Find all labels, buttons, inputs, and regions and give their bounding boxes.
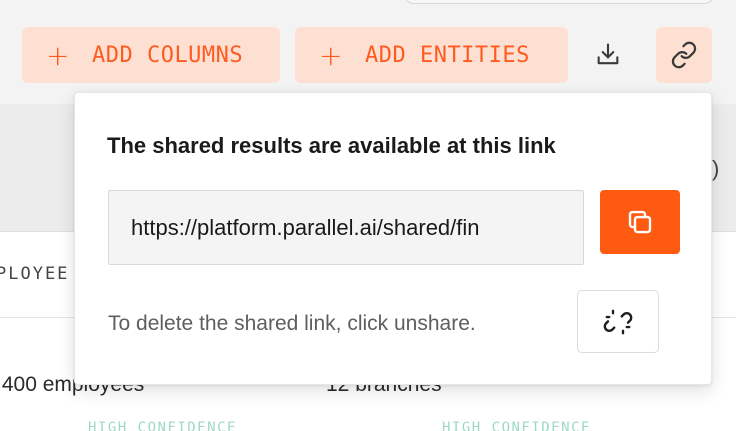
column-header-employees: PLOYEE [0,264,70,284]
confidence-badge: HIGH CONFIDENCE [88,420,237,431]
add-entities-label: ADD ENTITIES [364,42,530,68]
confidence-badge: HIGH CONFIDENCE [442,420,591,431]
header-fragment: ) [712,156,720,181]
unlink-icon [603,309,633,334]
add-columns-button[interactable]: + ADD COLUMNS [22,27,280,83]
share-popover: The shared results are available at this… [74,92,712,385]
plus-icon: + [46,38,70,72]
shared-link-input[interactable] [108,190,584,265]
download-icon [597,43,619,65]
link-icon [671,41,697,69]
add-entities-button[interactable]: + ADD ENTITIES [295,27,568,83]
copy-link-button[interactable] [600,190,680,254]
app-window: + ADD COLUMNS + ADD ENTITIES ) PLOYEE ,4… [0,0,736,431]
top-toolbar: + ADD COLUMNS + ADD ENTITIES [0,0,736,104]
download-button[interactable] [580,27,636,83]
share-popover-title: The shared results are available at this… [107,133,556,158]
plus-icon: + [319,38,343,72]
add-columns-label: ADD COLUMNS [91,42,244,68]
unshare-hint: To delete the shared link, click unshare… [108,312,476,335]
share-link-button[interactable] [656,27,712,83]
unshare-button[interactable] [577,290,659,353]
top-input-edge [404,0,714,4]
copy-icon [628,210,652,234]
